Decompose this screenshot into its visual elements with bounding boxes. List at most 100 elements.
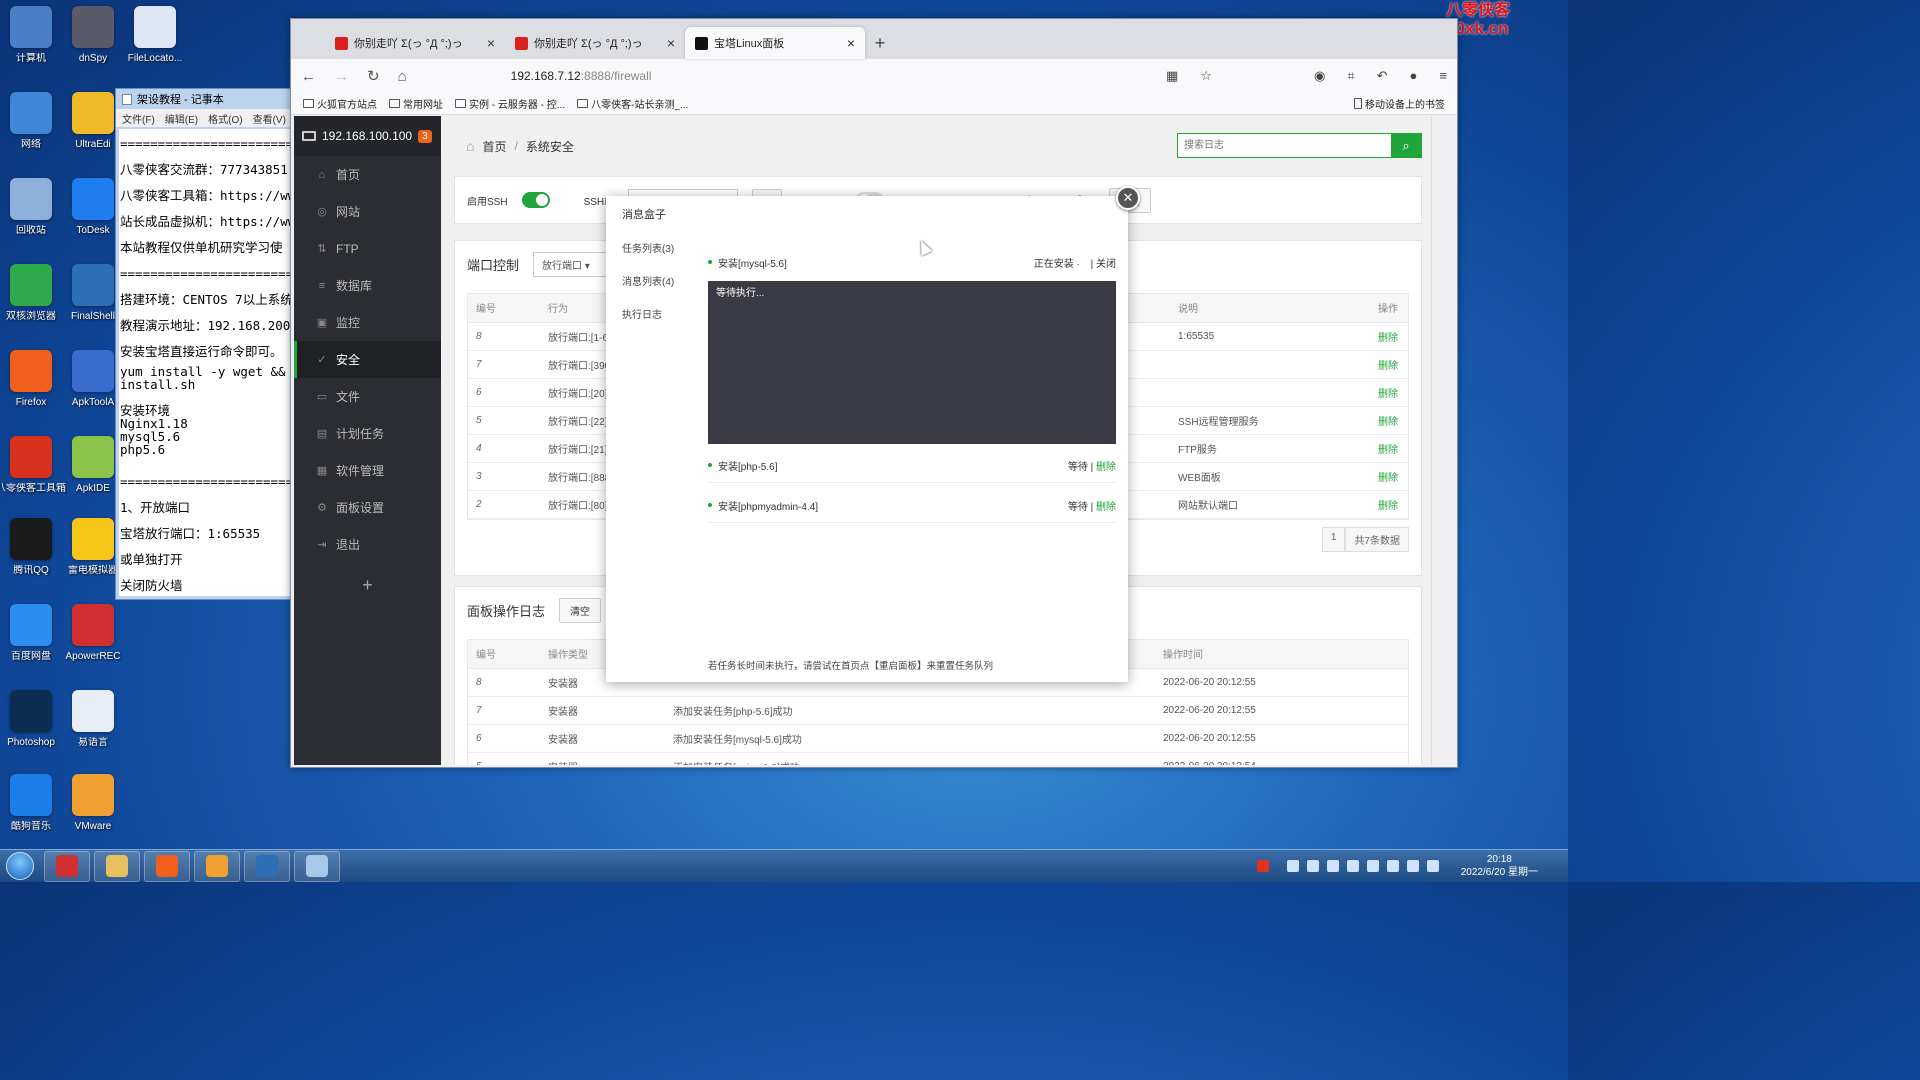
notepad-menu-item[interactable]: 文件(F)	[122, 111, 155, 126]
taskbar-app-button[interactable]	[144, 850, 190, 882]
desktop-icon[interactable]: 百度网盘	[0, 604, 62, 684]
bookmark-item[interactable]: 八零侠客-站长亲测_...	[577, 96, 688, 111]
task-delete-button[interactable]: 删除	[1096, 462, 1116, 473]
clear-oplog-button[interactable]: 清空	[559, 597, 602, 623]
network-icon[interactable]	[1406, 860, 1419, 872]
search-icon[interactable]: ⌕	[1391, 134, 1421, 157]
ssh-toggle[interactable]	[521, 192, 550, 208]
clock[interactable]: 20:18 2022/6/20 星期一	[1461, 853, 1538, 879]
tray-icon-7[interactable]	[1386, 860, 1399, 872]
url-bar[interactable]: 192.168.7.12:8888/firewall	[511, 69, 652, 83]
desktop-icon[interactable]: 计算机	[0, 6, 62, 86]
tray-icon-3[interactable]	[1306, 860, 1319, 872]
log-search-input[interactable]	[1178, 134, 1391, 157]
delete-link[interactable]: 删除	[1345, 378, 1408, 407]
taskbar-app-button[interactable]	[244, 850, 290, 882]
menu-icon[interactable]: ≡	[1439, 68, 1447, 84]
notepad-menu-item[interactable]: 格式(O)	[208, 111, 242, 126]
scrollbar[interactable]	[1431, 116, 1442, 765]
delete-link[interactable]: 删除	[1345, 406, 1408, 435]
sidebar-item[interactable]: ⇥ 退出	[294, 526, 441, 563]
new-tab-button[interactable]: +	[865, 27, 895, 59]
sidebar-item[interactable]: ▤ 计划任务	[294, 415, 441, 452]
desktop-icon[interactable]: dnSpy	[62, 6, 124, 86]
sidebar-item[interactable]: ⌂ 首页	[294, 156, 441, 193]
crop-icon[interactable]: ⌗	[1347, 68, 1354, 84]
breadcrumb-home[interactable]: 首页	[482, 138, 506, 155]
tray-icon-4[interactable]	[1326, 860, 1339, 872]
desktop-icon[interactable]: Firefox	[0, 350, 62, 430]
sidebar-item[interactable]: ≡ 数据库	[294, 267, 441, 304]
star-icon[interactable]: ☆	[1200, 68, 1212, 84]
desktop-icon[interactable]: 双核浏览器	[0, 264, 62, 344]
add-menu-icon[interactable]: +	[294, 575, 441, 596]
extension-icon[interactable]: ◉	[1314, 68, 1325, 84]
nav-task-list[interactable]: 任务列表(3)	[622, 240, 674, 255]
sidebar-item[interactable]: ▭ 文件	[294, 378, 441, 415]
desktop-icon[interactable]: 腾讯QQ	[0, 518, 62, 598]
undo-icon[interactable]: ↶	[1377, 68, 1388, 84]
reload-icon[interactable]: ↻	[367, 67, 380, 85]
bookmark-item[interactable]: 常用网址	[389, 96, 443, 111]
browser-tab[interactable]: 你别走吖 Σ(っ °Д °;)っ ×	[325, 27, 505, 59]
tab-close-icon[interactable]: ×	[667, 35, 675, 51]
sidebar-item[interactable]: ▦ 软件管理	[294, 452, 441, 489]
desktop-icon[interactable]: FileLocato...	[124, 6, 186, 86]
tray-icon-6[interactable]	[1366, 860, 1379, 872]
sidebar-item[interactable]: ⚙ 面板设置	[294, 489, 441, 526]
mobile-bookmarks[interactable]: 移动设备上的书签	[1354, 96, 1445, 111]
delete-link[interactable]: 删除	[1345, 490, 1408, 519]
task-close-button[interactable]: | 关闭	[1091, 259, 1116, 270]
start-button[interactable]	[0, 850, 40, 883]
tray-icon-5[interactable]	[1346, 860, 1359, 872]
nav-message-list[interactable]: 消息列表(4)	[622, 273, 674, 288]
sidebar-item[interactable]: ▣ 监控	[294, 304, 441, 341]
delete-link[interactable]: 删除	[1345, 322, 1408, 351]
notepad-menu-item[interactable]: 编辑(E)	[165, 111, 198, 126]
notification-badge[interactable]: 3	[418, 129, 432, 143]
desktop-icon[interactable]: 八零侠客工具箱	[0, 436, 66, 516]
home-icon[interactable]: ⌂	[398, 68, 407, 85]
port-type-select[interactable]: 放行端口 ▾	[533, 251, 608, 277]
taskbar-app-button[interactable]	[194, 850, 240, 882]
delete-link[interactable]: 删除	[1345, 350, 1408, 379]
bookmark-item[interactable]: 实例 - 云服务器 - 控...	[455, 96, 565, 111]
taskbar-app-button[interactable]	[94, 850, 140, 882]
notepad-line: php5.6	[120, 442, 166, 457]
notepad-menu-item[interactable]: 查看(V)	[253, 111, 286, 126]
qr-code-icon[interactable]: ▦	[1166, 68, 1178, 84]
notepad-titlebar[interactable]: 架设教程 - 记事本	[116, 89, 294, 109]
bookmark-label: 实例 - 云服务器 - 控...	[469, 100, 566, 111]
sidebar-item[interactable]: ◎ 网站	[294, 193, 441, 230]
browser-tab[interactable]: 宝塔Linux面板 ×	[685, 27, 865, 59]
notepad-window[interactable]: 架设教程 - 记事本 文件(F) 编辑(E) 格式(O) 查看(V) ========…	[115, 88, 295, 600]
back-icon[interactable]: ←	[301, 68, 316, 85]
tray-icon-1[interactable]	[1256, 860, 1269, 872]
tray-icon-2[interactable]	[1286, 860, 1299, 872]
tab-close-icon[interactable]: ×	[847, 35, 855, 51]
desktop-icon[interactable]: 网络	[0, 92, 62, 172]
volume-icon[interactable]	[1426, 860, 1439, 872]
delete-link[interactable]: 删除	[1345, 462, 1408, 491]
nav-exec-log[interactable]: 执行日志	[622, 306, 662, 321]
account-icon[interactable]: ●	[1410, 68, 1418, 84]
notepad-text-area[interactable]: ================================ 八零侠客交流群：…	[119, 129, 294, 596]
desktop-icon[interactable]: 回收站	[0, 178, 62, 258]
desktop-icon[interactable]: 酷狗音乐	[0, 774, 62, 854]
desktop-icon[interactable]: VMware	[62, 774, 124, 854]
browser-tab[interactable]: 你别走吖 Σ(っ °Д °;)っ ×	[505, 27, 685, 59]
desktop-icon[interactable]: 易语言	[62, 690, 124, 770]
taskbar-app-button[interactable]	[44, 850, 90, 882]
close-icon[interactable]: ✕	[1116, 186, 1140, 210]
sidebar-item[interactable]: ⇅ FTP	[294, 230, 441, 267]
desktop-icon[interactable]: ApowerREC	[62, 604, 124, 684]
sidebar-item[interactable]: ✓ 安全	[294, 341, 441, 378]
forward-icon[interactable]: →	[334, 68, 349, 85]
taskbar-app-button[interactable]	[294, 850, 340, 882]
page-current[interactable]: 1	[1321, 527, 1346, 552]
delete-link[interactable]: 删除	[1345, 434, 1408, 463]
tab-close-icon[interactable]: ×	[487, 35, 495, 51]
bookmark-item[interactable]: 火狐官方站点	[303, 96, 377, 111]
task-delete-button[interactable]: 删除	[1096, 502, 1116, 513]
desktop-icon[interactable]: Photoshop	[0, 690, 62, 770]
